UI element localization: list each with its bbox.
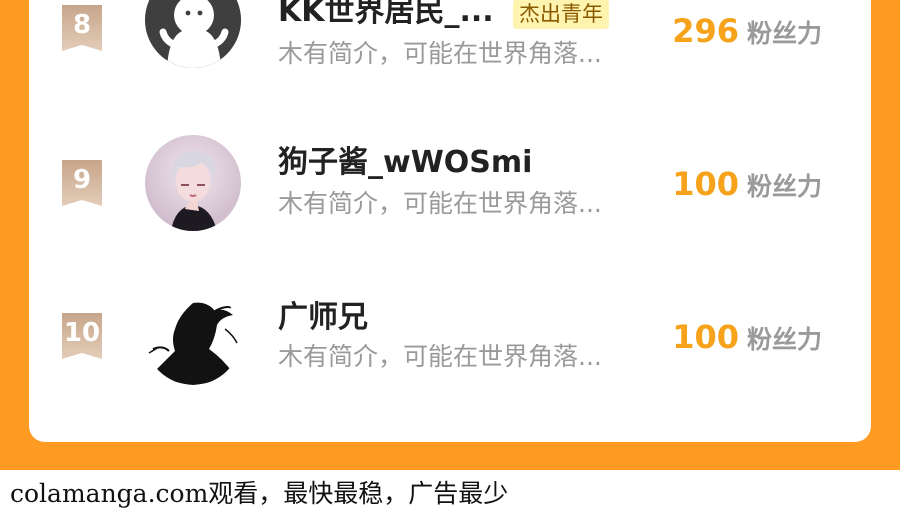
fans-power: 100 粉丝力: [672, 164, 822, 210]
rank-badge: 9: [60, 160, 104, 206]
fans-power: 296 粉丝力: [672, 11, 822, 57]
fans-power: 100 粉丝力: [672, 317, 822, 363]
list-item-rank-9[interactable]: 9 狗子酱_wWOSmi 木有简介，可能在世界角落... 100 粉丝力: [0, 130, 900, 250]
fans-label: 粉丝力: [746, 325, 822, 354]
fans-value: 100: [672, 165, 739, 203]
ink-silhouette-avatar[interactable]: [145, 289, 241, 385]
rank-number: 8: [72, 10, 92, 40]
rank-badge: 10: [60, 313, 104, 359]
fans-value: 296: [672, 12, 739, 50]
rank-number: 9: [72, 165, 92, 195]
fans-value: 100: [672, 318, 739, 356]
list-item-rank-8[interactable]: 8 KK世界居民_... 杰出青年 木有简介，可能在世界角落... 296 粉丝力: [0, 0, 900, 92]
fans-label: 粉丝力: [746, 172, 822, 201]
user-name[interactable]: 狗子酱_wWOSmi: [278, 145, 532, 181]
user-bio: 木有简介，可能在世界角落...: [278, 189, 602, 218]
user-name[interactable]: 广师兄: [278, 300, 368, 336]
user-bio: 木有简介，可能在世界角落...: [278, 39, 602, 68]
user-bio: 木有简介，可能在世界角落...: [278, 342, 602, 371]
title-badge: 杰出青年: [513, 0, 609, 29]
user-name[interactable]: KK世界居民_...: [278, 0, 494, 30]
fans-label: 粉丝力: [746, 19, 822, 48]
rank-number: 10: [63, 318, 101, 348]
rank-badge: 8: [60, 5, 104, 51]
list-item-rank-10[interactable]: 10 广师兄 木有简介，可能在世界角落... 100 粉丝力: [0, 283, 900, 403]
watermark-text: colamanga.com观看，最快最稳，广告最少: [10, 479, 509, 508]
anime-portrait-avatar[interactable]: [145, 135, 241, 231]
ghost-avatar-icon[interactable]: [145, 0, 241, 68]
